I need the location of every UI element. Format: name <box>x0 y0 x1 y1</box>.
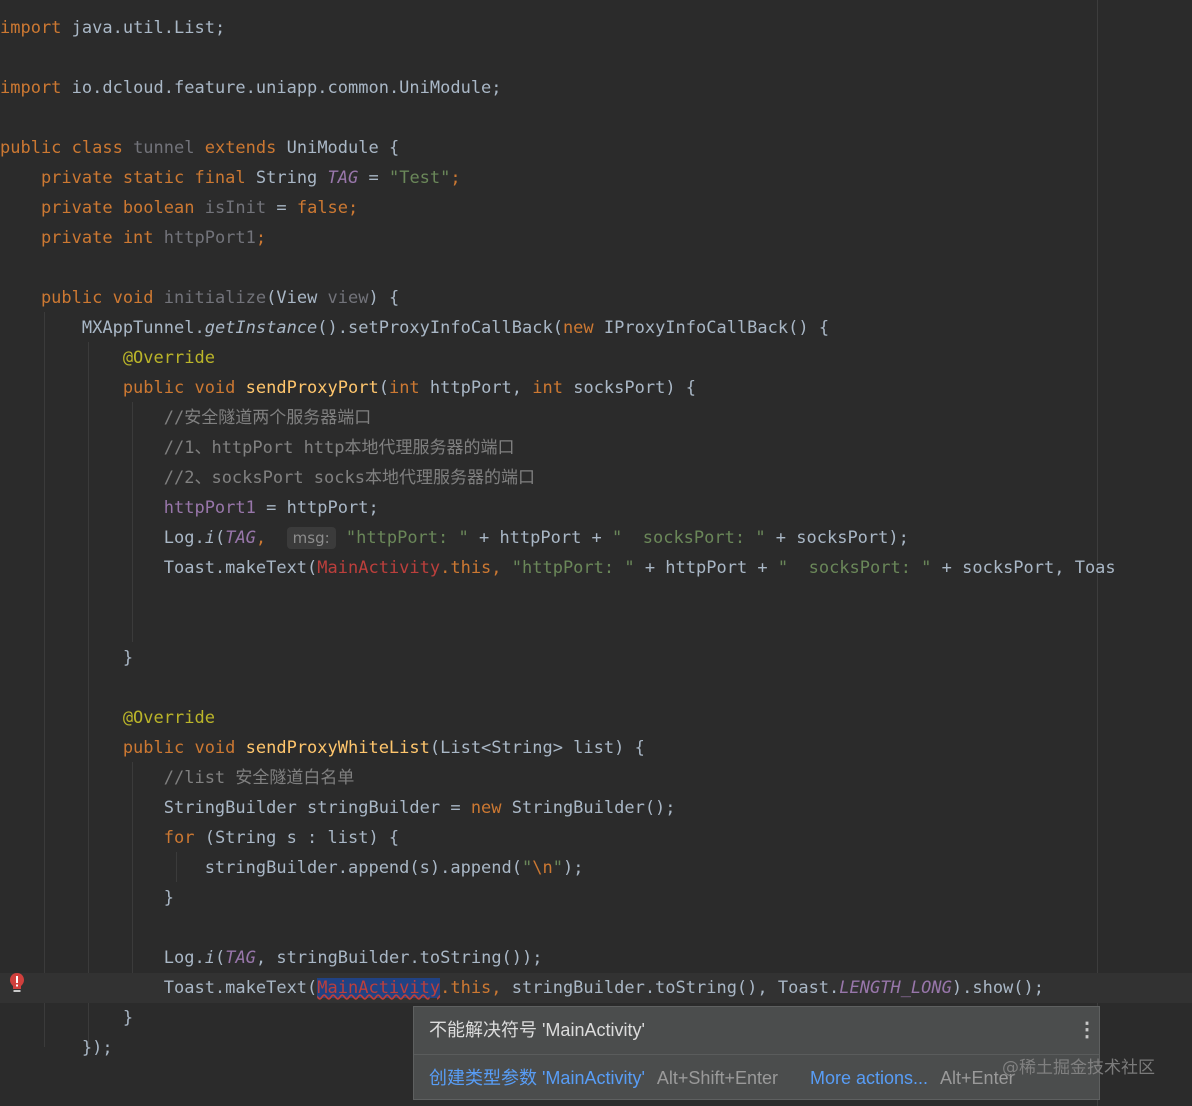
watermark: @稀土掘金技术社区 <box>1002 1058 1155 1078</box>
code-line[interactable]: } <box>0 1003 133 1033</box>
code-editor[interactable]: import java.util.List; import io.dcloud.… <box>0 0 1192 1106</box>
quickfix-shortcut: Alt+Shift+Enter <box>656 1068 778 1088</box>
code-line[interactable]: import java.util.List; <box>0 13 225 43</box>
code-line[interactable]: public void sendProxyWhiteList(List<Stri… <box>0 733 645 763</box>
code-line[interactable]: } <box>0 883 174 913</box>
error-message: 不能解决符号 'MainActivity' <box>429 1020 645 1040</box>
code-line[interactable]: public void sendProxyPort(int httpPort, … <box>0 373 696 403</box>
code-line[interactable]: Log.i(TAG, msg: "httpPort: " + httpPort … <box>0 523 909 553</box>
code-line[interactable]: httpPort1 = httpPort; <box>0 493 379 523</box>
code-line[interactable]: } <box>0 643 133 673</box>
more-vertical-icon[interactable]: ⋮ <box>1077 1019 1097 1041</box>
unresolved-symbol[interactable]: MainActivity <box>317 978 441 998</box>
code-line[interactable]: private static final String TAG = "Test"… <box>0 163 461 193</box>
code-line[interactable]: MXAppTunnel.getInstance().setProxyInfoCa… <box>0 313 829 343</box>
error-bulb-icon[interactable] <box>8 972 26 994</box>
code-line[interactable]: for (String s : list) { <box>0 823 399 853</box>
code-line[interactable]: //list 安全隧道白名单 <box>0 763 355 793</box>
code-line[interactable]: @Override <box>0 343 215 373</box>
code-line[interactable]: Log.i(TAG, stringBuilder.toString()); <box>0 943 543 973</box>
code-line[interactable]: }); <box>0 1033 113 1063</box>
error-tooltip-popup: 不能解决符号 'MainActivity' ⋮ 创建类型参数 'MainActi… <box>413 1006 1100 1100</box>
action-row: 创建类型参数 'MainActivity' Alt+Shift+Enter More… <box>414 1055 1099 1101</box>
code-line[interactable]: public void initialize(View view) { <box>0 283 399 313</box>
code-line[interactable]: //1、httpPort http本地代理服务器的端口 <box>0 433 515 463</box>
code-line[interactable]: Toast.makeText(MainActivity.this, "httpP… <box>0 553 1116 583</box>
quickfix-link[interactable]: 创建类型参数 'MainActivity' <box>429 1068 645 1088</box>
code-line[interactable]: //安全隧道两个服务器端口 <box>0 403 371 433</box>
code-line[interactable]: @Override <box>0 703 215 733</box>
parameter-hint: msg: <box>286 527 336 549</box>
code-line[interactable]: private int httpPort1; <box>0 223 266 253</box>
code-line[interactable]: StringBuilder stringBuilder = new String… <box>0 793 676 823</box>
code-line[interactable]: public class tunnel extends UniModule { <box>0 133 399 163</box>
code-line[interactable]: private boolean isInit = false; <box>0 193 358 223</box>
code-line-current[interactable]: Toast.makeText(MainActivity.this, string… <box>0 973 1192 1003</box>
code-line[interactable]: import io.dcloud.feature.uniapp.common.U… <box>0 73 502 103</box>
more-actions-link[interactable]: More actions... <box>810 1068 928 1088</box>
code-line[interactable]: //2、socksPort socks本地代理服务器的端口 <box>0 463 535 493</box>
code-line[interactable]: stringBuilder.append(s).append("\n"); <box>0 853 584 883</box>
